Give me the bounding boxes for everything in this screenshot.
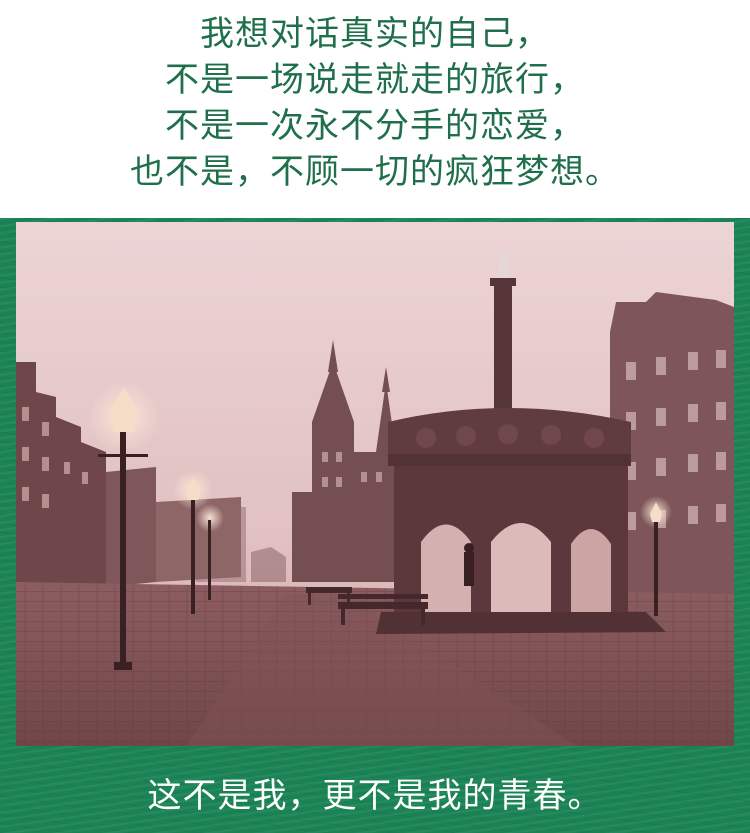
poem-line-1: 我想对话真实的自己， [200, 14, 550, 54]
caption: 这不是我，更不是我的青春。 [147, 776, 603, 816]
city-square-photo [16, 222, 734, 746]
poem-line-3: 不是一次永不分手的恋爱， [165, 106, 585, 146]
poem-line-4: 也不是，不顾一切的疯狂梦想。 [130, 152, 620, 192]
poem-block: 我想对话真实的自己， 不是一场说走就走的旅行， 不是一次永不分手的恋爱， 也不是… [0, 0, 750, 218]
green-panel: 这不是我，更不是我的青春。 [0, 218, 750, 833]
poem-line-2: 不是一场说走就走的旅行， [165, 60, 585, 100]
poster: 我想对话真实的自己， 不是一场说走就走的旅行， 不是一次永不分手的恋爱， 也不是… [0, 0, 750, 833]
